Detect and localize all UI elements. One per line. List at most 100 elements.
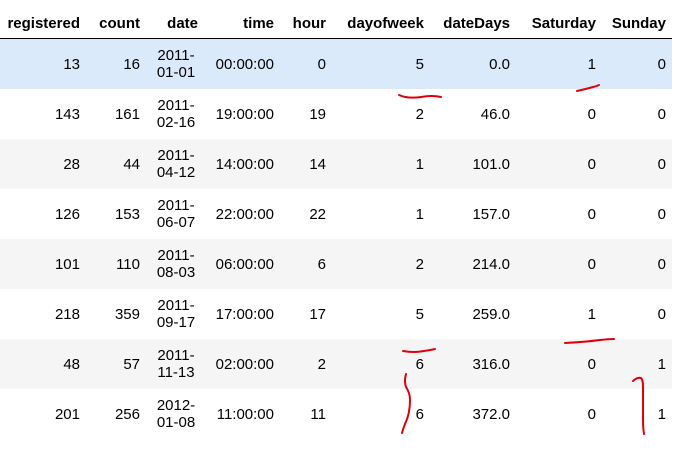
- date-year: 2011-: [157, 97, 195, 114]
- cell-count: 57: [123, 355, 140, 373]
- date-year: 2011-: [157, 247, 195, 264]
- cell-dayofweek: 2: [415, 105, 424, 123]
- cell-registered: 28: [63, 155, 80, 173]
- column-header-sunday: Sunday: [602, 0, 672, 39]
- header-row: registered count date time hour dayofwee…: [0, 0, 672, 39]
- table-row[interactable]: 101 110 2011- 08-03 06:00:00 6 2 214.0 0 …: [0, 239, 672, 289]
- cell-dayofweek: 6: [415, 355, 424, 373]
- cell-datedays: 46.0: [480, 105, 510, 123]
- cell-hour: 22: [309, 205, 326, 223]
- cell-registered: 48: [63, 355, 80, 373]
- date-month-day: 09-17: [156, 314, 196, 331]
- table-row[interactable]: 201 256 2012- 01-08 11:00:00 11 6 372.0 0…: [0, 389, 672, 439]
- column-header-count: count: [86, 0, 146, 39]
- dataframe-table: registered count date time hour dayofwee…: [0, 0, 672, 439]
- column-header-time: time: [204, 0, 280, 39]
- cell-saturday: 1: [587, 55, 596, 73]
- cell-date: 2011- 01-01: [146, 39, 204, 90]
- date-month-day: 11-13: [157, 364, 195, 381]
- cell-time: 00:00:00: [215, 55, 274, 73]
- cell-saturday: 0: [587, 205, 596, 223]
- cell-date: 2011- 06-07: [146, 189, 204, 239]
- cell-count: 153: [114, 205, 140, 223]
- cell-count: 16: [123, 55, 140, 73]
- cell-sunday: 0: [657, 55, 666, 73]
- cell-dayofweek: 5: [415, 55, 424, 73]
- cell-datedays: 214.0: [472, 255, 510, 273]
- cell-datedays: 259.0: [472, 305, 510, 323]
- cell-hour: 14: [309, 155, 326, 173]
- cell-dayofweek: 6: [415, 405, 424, 423]
- cell-saturday: 1: [587, 305, 596, 323]
- cell-count: 110: [116, 255, 140, 273]
- cell-hour: 11: [310, 405, 326, 423]
- cell-date: 2011- 04-12: [146, 139, 204, 189]
- cell-dayofweek: 2: [415, 255, 424, 273]
- cell-dayofweek: 1: [415, 155, 424, 173]
- cell-date: 2011- 11-13: [146, 339, 204, 389]
- date-year: 2011-: [157, 197, 195, 214]
- cell-hour: 2: [317, 355, 326, 373]
- table-row[interactable]: 218 359 2011- 09-17 17:00:00 17 5 259.0 1…: [0, 289, 672, 339]
- column-header-dayofweek: dayofweek: [332, 0, 430, 39]
- cell-datedays: 316.0: [472, 355, 510, 373]
- date-year: 2011-: [157, 147, 195, 164]
- cell-time: 17:00:00: [215, 305, 274, 323]
- cell-sunday: 0: [657, 105, 666, 123]
- table-row[interactable]: 126 153 2011- 06-07 22:00:00 22 1 157.0 0…: [0, 189, 672, 239]
- cell-sunday: 0: [657, 255, 666, 273]
- cell-registered: 201: [54, 405, 80, 423]
- cell-count: 359: [114, 305, 140, 323]
- cell-hour: 17: [309, 305, 326, 323]
- cell-count: 44: [123, 155, 140, 173]
- column-header-hour: hour: [280, 0, 332, 39]
- date-month-day: 01-08: [156, 414, 196, 431]
- date-year: 2012-: [156, 397, 196, 414]
- cell-saturday: 0: [587, 155, 596, 173]
- column-header-saturday: Saturday: [516, 0, 602, 39]
- cell-sunday: 1: [657, 355, 666, 373]
- table-row[interactable]: 143 161 2011- 02-16 19:00:00 19 2 46.0 0 …: [0, 89, 672, 139]
- cell-dayofweek: 5: [415, 305, 424, 323]
- cell-sunday: 0: [657, 205, 666, 223]
- column-header-registered: registered: [0, 0, 86, 39]
- cell-count: 256: [114, 405, 140, 423]
- cell-time: 14:00:00: [215, 155, 274, 173]
- cell-registered: 218: [54, 305, 80, 323]
- cell-datedays: 372.0: [472, 405, 510, 423]
- column-header-date: date: [146, 0, 204, 39]
- cell-saturday: 0: [587, 355, 596, 373]
- date-year: 2011-: [157, 347, 195, 364]
- cell-saturday: 0: [587, 255, 596, 273]
- table-row[interactable]: 48 57 2011- 11-13 02:00:00 2 6 316.0 0 1: [0, 339, 672, 389]
- cell-sunday: 1: [657, 405, 666, 423]
- cell-registered: 101: [54, 255, 80, 273]
- cell-datedays: 0.0: [489, 55, 510, 73]
- date-month-day: 08-03: [156, 264, 196, 281]
- cell-time: 11:00:00: [216, 405, 274, 423]
- cell-hour: 0: [317, 55, 326, 73]
- cell-saturday: 0: [587, 105, 596, 123]
- date-month-day: 06-07: [156, 214, 196, 231]
- cell-registered: 126: [54, 205, 80, 223]
- date-year: 2011-: [157, 297, 195, 314]
- cell-datedays: 157.0: [472, 205, 510, 223]
- cell-hour: 19: [309, 105, 326, 123]
- cell-registered: 143: [54, 105, 80, 123]
- cell-dayofweek: 1: [415, 205, 424, 223]
- date-month-day: 01-01: [156, 64, 196, 81]
- cell-date: 2012- 01-08: [146, 389, 204, 439]
- date-month-day: 04-12: [156, 164, 196, 181]
- cell-count: 161: [114, 105, 140, 123]
- cell-date: 2011- 02-16: [146, 89, 204, 139]
- table-row[interactable]: 13 16 2011- 01-01 00:00:00 0 5 0.0 1 0: [0, 38, 672, 90]
- cell-registered: 13: [63, 55, 80, 73]
- date-year: 2011-: [157, 47, 195, 64]
- table-row[interactable]: 28 44 2011- 04-12 14:00:00 14 1 101.0 0 0: [0, 139, 672, 189]
- cell-sunday: 0: [657, 155, 666, 173]
- cell-time: 22:00:00: [215, 205, 274, 223]
- cell-sunday: 0: [657, 305, 666, 323]
- column-header-datedays: dateDays: [430, 0, 516, 39]
- cell-date: 2011- 09-17: [146, 289, 204, 339]
- cell-time: 02:00:00: [215, 355, 274, 373]
